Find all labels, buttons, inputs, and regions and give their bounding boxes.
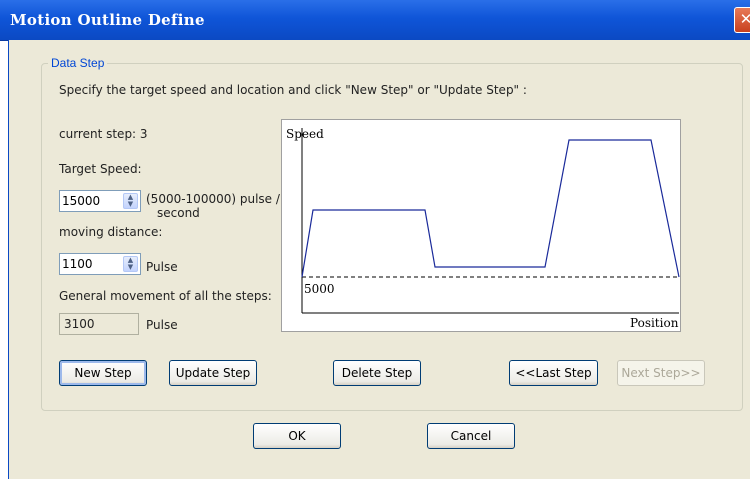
speed-profile-line <box>301 139 680 278</box>
instruction-text: Specify the target speed and location an… <box>59 83 527 97</box>
moving-distance-stepper[interactable]: ▲ ▼ <box>59 253 141 275</box>
spin-arrows[interactable]: ▲ ▼ <box>123 193 138 209</box>
distance-unit-label: Pulse <box>146 260 178 274</box>
delete-step-button[interactable]: Delete Step <box>333 360 421 386</box>
dialog-client: Data Step Specify the target speed and l… <box>8 40 750 479</box>
update-step-button[interactable]: Update Step <box>169 360 257 386</box>
title-bar: Motion Outline Define ✕ <box>0 0 750 41</box>
baseline-label: 5000 <box>304 282 335 296</box>
spin-down-arrow-icon[interactable]: ▼ <box>124 201 137 208</box>
new-step-button[interactable]: New Step <box>59 360 147 386</box>
close-icon[interactable]: ✕ <box>734 7 750 33</box>
y-axis-label: Speed <box>286 127 324 141</box>
ok-button[interactable]: OK <box>253 423 341 449</box>
cancel-button[interactable]: Cancel <box>427 423 515 449</box>
moving-distance-label: moving distance: <box>59 225 163 239</box>
current-step-label: current step: 3 <box>59 127 148 141</box>
general-unit-label: Pulse <box>146 318 178 332</box>
target-speed-label: Target Speed: <box>59 162 142 176</box>
speed-profile-chart: Speed 5000 Position <box>281 119 681 332</box>
general-movement-value: 3100 <box>59 313 139 335</box>
moving-distance-input[interactable] <box>62 256 118 272</box>
speed-profile-svg: Speed 5000 Position <box>286 127 680 330</box>
speed-range-label: (5000-100000) pulse / <box>146 192 280 206</box>
last-step-button[interactable]: <<Last Step <box>509 360 598 386</box>
group-legend: Data Step <box>51 56 105 70</box>
target-speed-input[interactable] <box>62 193 118 209</box>
spin-arrows[interactable]: ▲ ▼ <box>123 256 138 272</box>
next-step-button[interactable]: Next Step>> <box>617 360 705 386</box>
speed-range-unit: second <box>157 206 200 220</box>
spin-down-arrow-icon[interactable]: ▼ <box>124 264 137 271</box>
target-speed-stepper[interactable]: ▲ ▼ <box>59 190 141 212</box>
x-axis-label: Position <box>630 316 679 330</box>
window-title: Motion Outline Define <box>10 11 205 29</box>
general-movement-label: General movement of all the steps: <box>59 289 272 303</box>
